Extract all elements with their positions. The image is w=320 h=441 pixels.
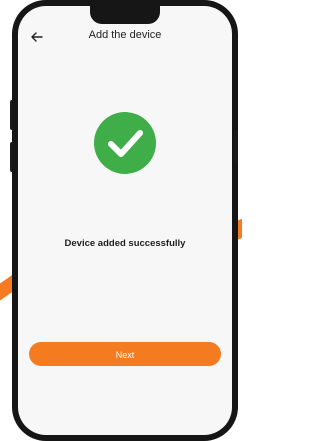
phone-notch <box>90 6 160 24</box>
phone-screen: Add the device Device added successfully… <box>18 6 232 435</box>
success-check-icon <box>94 112 156 174</box>
header: Add the device <box>18 28 232 48</box>
phone-frame: Add the device Device added successfully… <box>12 0 238 441</box>
stage: Add the device Device added successfully… <box>0 0 242 441</box>
page-title: Add the device <box>88 29 162 41</box>
next-button[interactable]: Next <box>29 342 221 366</box>
phone-power-button <box>234 130 238 164</box>
success-message: Device added successfully <box>64 238 186 249</box>
